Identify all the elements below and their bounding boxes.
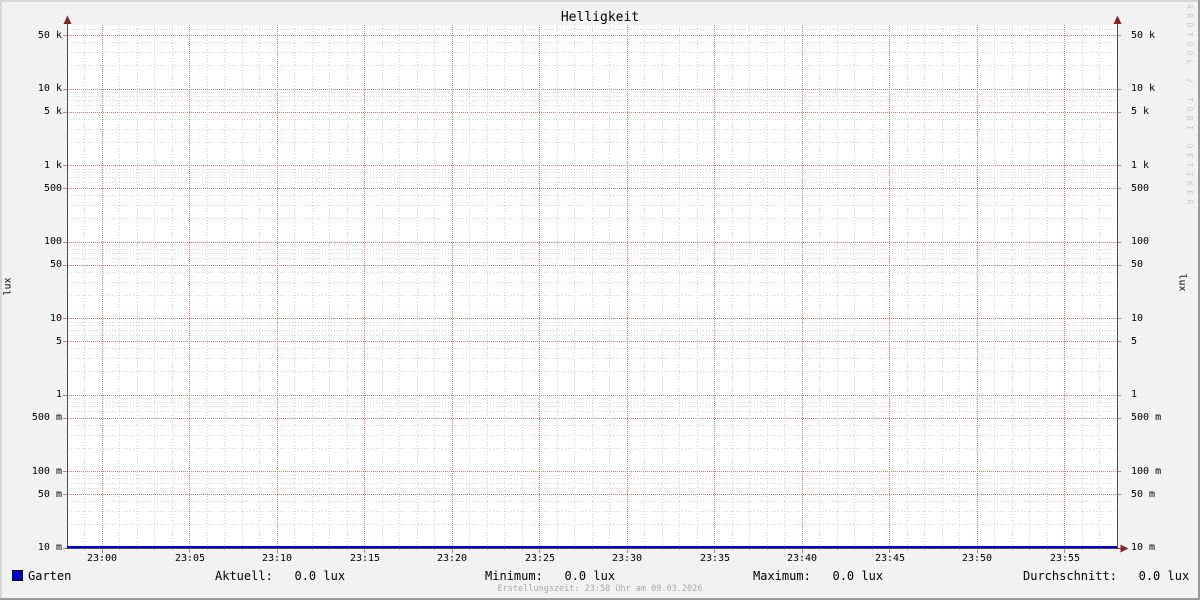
stat-durchschnitt: Durchschnitt: 0.0 lux (1023, 569, 1190, 583)
y-axis-label-right: 100 m (1131, 466, 1162, 477)
y-axis-label-left: 50 (49, 259, 62, 270)
rrdtool-watermark: RRDTOOL / TOBI OETIKER (1185, 4, 1194, 209)
x-axis-label: 23:10 (261, 553, 293, 564)
stat-maximum: Maximum: 0.0 lux (753, 569, 884, 583)
x-axis-label: 23:50 (961, 553, 993, 564)
plot-area (63, 15, 1129, 553)
border-bevel-top (0, 0, 1200, 2)
x-axis-label: 23:20 (436, 553, 468, 564)
y-axis-label-left: 1 k (43, 160, 62, 171)
stat-minimum: Minimum: 0.0 lux (485, 569, 616, 583)
y-axis-label-right: 50 m (1131, 489, 1156, 500)
x-axis-label: 23:40 (786, 553, 818, 564)
x-axis-label: 23:00 (86, 553, 118, 564)
x-axis-label: 23:05 (174, 553, 206, 564)
rrdtool-graph: Helligkeit lux lux 50 k 10 k 5 k 1 k 500 100 5… (0, 0, 1200, 600)
x-axis-label: 23:30 (611, 553, 643, 564)
y-axis-label-right: 10 (1131, 313, 1144, 324)
y-axis-label-right: 1 (1131, 389, 1138, 400)
y-axis-label-left: 5 (55, 336, 62, 347)
y-axis-label-left: 100 (43, 236, 62, 247)
y-axis-label-left: 10 k (37, 83, 62, 94)
y-axis-label-right: 10 m (1131, 542, 1156, 553)
y-axis-label-left: 10 m (37, 542, 62, 553)
x-axis-label: 23:35 (699, 553, 731, 564)
x-axis-label: 23:45 (874, 553, 906, 564)
y-axis-label-left: 10 (49, 313, 62, 324)
stat-aktuell: Aktuell: 0.0 lux (215, 569, 346, 583)
legend-series-label: Garten (28, 569, 72, 583)
y-axis-unit-left: lux (2, 277, 14, 296)
y-axis-label-right: 100 (1131, 236, 1150, 247)
y-axis-label-right: 5 (1131, 336, 1138, 347)
y-axis-label-right: 500 m (1131, 412, 1162, 423)
y-axis-unit-right: lux (1176, 273, 1188, 292)
y-axis-label-left: 500 (43, 183, 62, 194)
y-axis-label-left: 100 m (31, 466, 62, 477)
y-axis-label-left: 5 k (43, 106, 62, 117)
y-axis-label-left: 1 (55, 389, 62, 400)
creation-timestamp: Erstellungszeit: 23:58 Uhr am 09.03.2026 (497, 584, 703, 594)
border-bevel-left (0, 0, 2, 600)
y-axis-label-right: 50 (1131, 259, 1144, 270)
chart-title: Helligkeit (560, 10, 640, 25)
x-axis-label: 23:55 (1049, 553, 1081, 564)
legend-color-swatch (12, 570, 23, 581)
y-axis-label-left: 50 k (37, 30, 62, 41)
x-axis-label: 23:15 (349, 553, 381, 564)
y-axis-label-left: 500 m (31, 412, 62, 423)
y-axis-label-left: 50 m (37, 489, 62, 500)
x-axis-label: 23:25 (524, 553, 556, 564)
